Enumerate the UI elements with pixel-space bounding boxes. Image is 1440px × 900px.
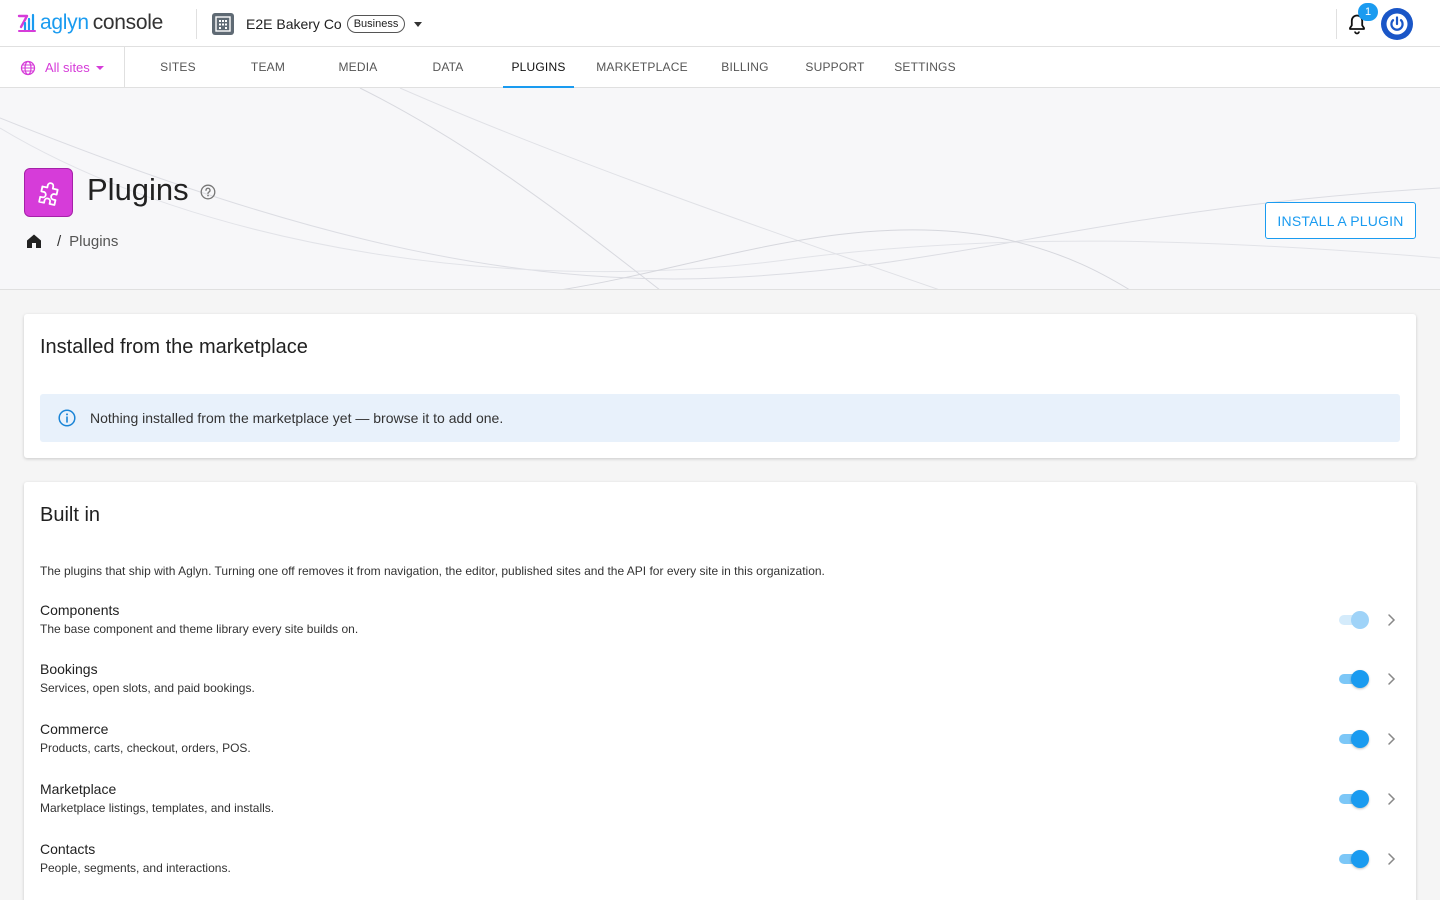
plugin-row-marketplace[interactable]: Marketplace Marketplace listings, templa… — [40, 781, 1400, 821]
top-bar: aglyn console E2E Bakery Co Business 1 — [0, 0, 1440, 47]
builtin-plugins-card: Built in The plugins that ship with Agly… — [24, 482, 1416, 900]
app-logo[interactable]: aglyn console — [16, 10, 163, 36]
org-name: E2E Bakery Co — [246, 16, 342, 32]
plugin-toggle[interactable] — [1339, 790, 1369, 808]
breadcrumb: / Plugins — [25, 231, 118, 251]
tab-support[interactable]: SUPPORT — [801, 47, 869, 87]
chevron-right-icon[interactable] — [1384, 731, 1398, 747]
plugin-toggle[interactable] — [1339, 730, 1369, 748]
tab-billing[interactable]: BILLING — [715, 47, 775, 87]
chevron-right-icon[interactable] — [1384, 851, 1398, 867]
main-nav: All sites SITES TEAM MEDIA DATA PLUGINS … — [0, 47, 1440, 88]
plugin-row-bookings[interactable]: Bookings Services, open slots, and paid … — [40, 661, 1400, 701]
home-icon[interactable] — [25, 232, 43, 250]
tab-team[interactable]: TEAM — [238, 47, 298, 87]
logo-brand-text: aglyn — [40, 11, 89, 34]
tab-sites[interactable]: SITES — [148, 47, 208, 87]
breadcrumb-separator: / — [57, 232, 62, 250]
plugin-toggle[interactable] — [1339, 850, 1369, 868]
logo-product-text: console — [92, 11, 164, 34]
section-title: Built in — [40, 504, 101, 526]
tab-settings[interactable]: SETTINGS — [891, 47, 959, 87]
divider — [124, 47, 125, 87]
plugin-description: Products, carts, checkout, orders, POS. — [40, 741, 251, 755]
plugin-name: Components — [40, 602, 120, 618]
marketplace-plugins-card: Installed from the marketplace Nothing i… — [24, 314, 1416, 458]
power-icon — [1386, 13, 1408, 35]
plugin-description: People, segments, and interactions. — [40, 861, 231, 875]
building-icon — [212, 13, 234, 35]
page-title: Plugins — [87, 172, 189, 207]
user-avatar[interactable] — [1381, 8, 1413, 40]
site-selector[interactable]: All sites — [20, 59, 104, 76]
puzzle-icon — [37, 181, 59, 206]
plugin-name: Contacts — [40, 841, 96, 857]
empty-state-message: Nothing installed from the marketplace y… — [90, 410, 504, 426]
chevron-right-icon[interactable] — [1384, 612, 1398, 628]
plugin-name: Commerce — [40, 721, 109, 737]
page-header: Plugins / Plugins INSTALL A PLUGIN — [0, 88, 1440, 290]
background-waves — [0, 88, 1440, 289]
plugin-toggle[interactable] — [1339, 670, 1369, 688]
tab-marketplace[interactable]: MARKETPLACE — [593, 47, 691, 87]
empty-state-alert: Nothing installed from the marketplace y… — [40, 394, 1400, 442]
plugin-name: Marketplace — [40, 781, 117, 797]
plugin-description: The base component and theme library eve… — [40, 622, 359, 636]
breadcrumb-current: Plugins — [69, 232, 119, 250]
notification-badge: 1 — [1358, 3, 1378, 21]
plugin-row-components[interactable]: Components The base component and theme … — [40, 602, 1400, 642]
plugin-row-commerce[interactable]: Commerce Products, carts, checkout, orde… — [40, 721, 1400, 761]
plugin-toggle — [1339, 611, 1369, 629]
tab-media[interactable]: MEDIA — [328, 47, 388, 87]
plugin-name: Bookings — [40, 661, 98, 677]
info-icon — [58, 409, 76, 427]
globe-icon — [20, 60, 36, 75]
section-description: The plugins that ship with Aglyn. Turnin… — [40, 564, 825, 578]
tab-plugins[interactable]: PLUGINS — [503, 47, 574, 88]
plan-badge: Business — [346, 15, 406, 33]
divider — [196, 9, 197, 39]
org-switcher[interactable]: E2E Bakery Co Business — [212, 11, 423, 37]
chevron-right-icon[interactable] — [1384, 671, 1398, 687]
chevron-down-icon — [414, 21, 423, 27]
plugins-badge — [24, 168, 73, 217]
plugin-row-contacts[interactable]: Contacts People, segments, and interacti… — [40, 841, 1400, 881]
aglyn-logo-icon — [17, 13, 36, 33]
site-selector-label: All sites — [45, 60, 90, 75]
chevron-down-icon — [95, 65, 104, 70]
divider — [1336, 9, 1337, 39]
plugin-description: Services, open slots, and paid bookings. — [40, 681, 255, 695]
plugin-description: Marketplace listings, templates, and ins… — [40, 801, 275, 815]
install-plugin-button[interactable]: INSTALL A PLUGIN — [1265, 202, 1416, 239]
help-circle-icon[interactable] — [200, 184, 216, 200]
tab-data[interactable]: DATA — [418, 47, 478, 87]
section-title: Installed from the marketplace — [40, 336, 308, 358]
chevron-right-icon[interactable] — [1384, 791, 1398, 807]
